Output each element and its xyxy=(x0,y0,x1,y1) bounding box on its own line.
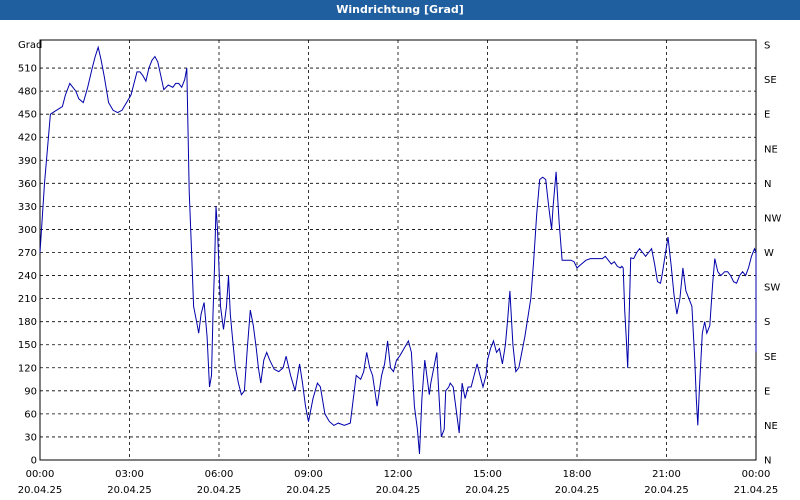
y-tick-label: 360 xyxy=(18,179,37,190)
right-axis-label: W xyxy=(764,248,774,259)
right-axis-label: SE xyxy=(764,75,777,86)
x-tick-date: 21.04.25 xyxy=(734,485,779,496)
x-tick-date: 20.04.25 xyxy=(197,485,242,496)
y-tick-label: 330 xyxy=(18,202,37,213)
x-tick-time: 09:00 xyxy=(294,469,323,480)
y-tick-label: 450 xyxy=(18,110,37,121)
y-tick-label: 150 xyxy=(18,340,37,351)
y-tick-label: 0 xyxy=(31,456,37,467)
y-axis-label: Grad xyxy=(18,40,42,51)
right-axis-label: S xyxy=(764,317,770,328)
y-tick-label: 420 xyxy=(18,133,37,144)
right-axis-label: S xyxy=(764,41,770,52)
y-tick-label: 240 xyxy=(18,271,37,282)
right-axis-label: SW xyxy=(764,283,780,294)
x-tick-time: 12:00 xyxy=(384,469,413,480)
y-tick-label: 120 xyxy=(18,363,37,374)
y-tick-label: 60 xyxy=(24,409,37,420)
y-tick-label: 270 xyxy=(18,248,37,259)
x-tick-date: 20.04.25 xyxy=(465,485,510,496)
x-tick-time: 00:00 xyxy=(742,469,771,480)
x-tick-time: 06:00 xyxy=(205,469,234,480)
x-tick-time: 21:00 xyxy=(652,469,681,480)
y-tick-label: 180 xyxy=(18,317,37,328)
right-axis-label: SE xyxy=(764,352,777,363)
x-tick-time: 18:00 xyxy=(563,469,592,480)
x-tick-time: 03:00 xyxy=(115,469,144,480)
x-tick-date: 20.04.25 xyxy=(18,485,63,496)
right-axis-label: N xyxy=(764,456,771,467)
right-axis-label: N xyxy=(764,179,771,190)
x-tick-date: 20.04.25 xyxy=(644,485,689,496)
right-axis-label: E xyxy=(764,386,770,397)
y-tick-label: 300 xyxy=(18,225,37,236)
y-tick-label: 30 xyxy=(24,432,37,443)
wind-direction-chart: 0 30 60 90 120 150 180 210 240 270 300 330 360 390 420… xyxy=(18,39,781,496)
x-tick-date: 20.04.25 xyxy=(107,485,152,496)
y-tick-label: 390 xyxy=(18,156,37,167)
right-axis-label: NE xyxy=(764,421,778,432)
x-tick-time: 00:00 xyxy=(26,469,55,480)
right-axis-label: NW xyxy=(764,213,781,224)
x-tick-date: 20.04.25 xyxy=(376,485,421,496)
y-tick-label: 210 xyxy=(18,294,37,305)
y-tick-label: 90 xyxy=(24,386,37,397)
y-tick-label: 510 xyxy=(18,64,37,75)
right-axis-label: E xyxy=(764,110,770,121)
x-tick-time: 15:00 xyxy=(473,469,502,480)
right-axis-label: NE xyxy=(764,144,778,155)
y-tick-label: 480 xyxy=(18,87,37,98)
x-tick-date: 20.04.25 xyxy=(555,485,600,496)
x-tick-date: 20.04.25 xyxy=(286,485,331,496)
